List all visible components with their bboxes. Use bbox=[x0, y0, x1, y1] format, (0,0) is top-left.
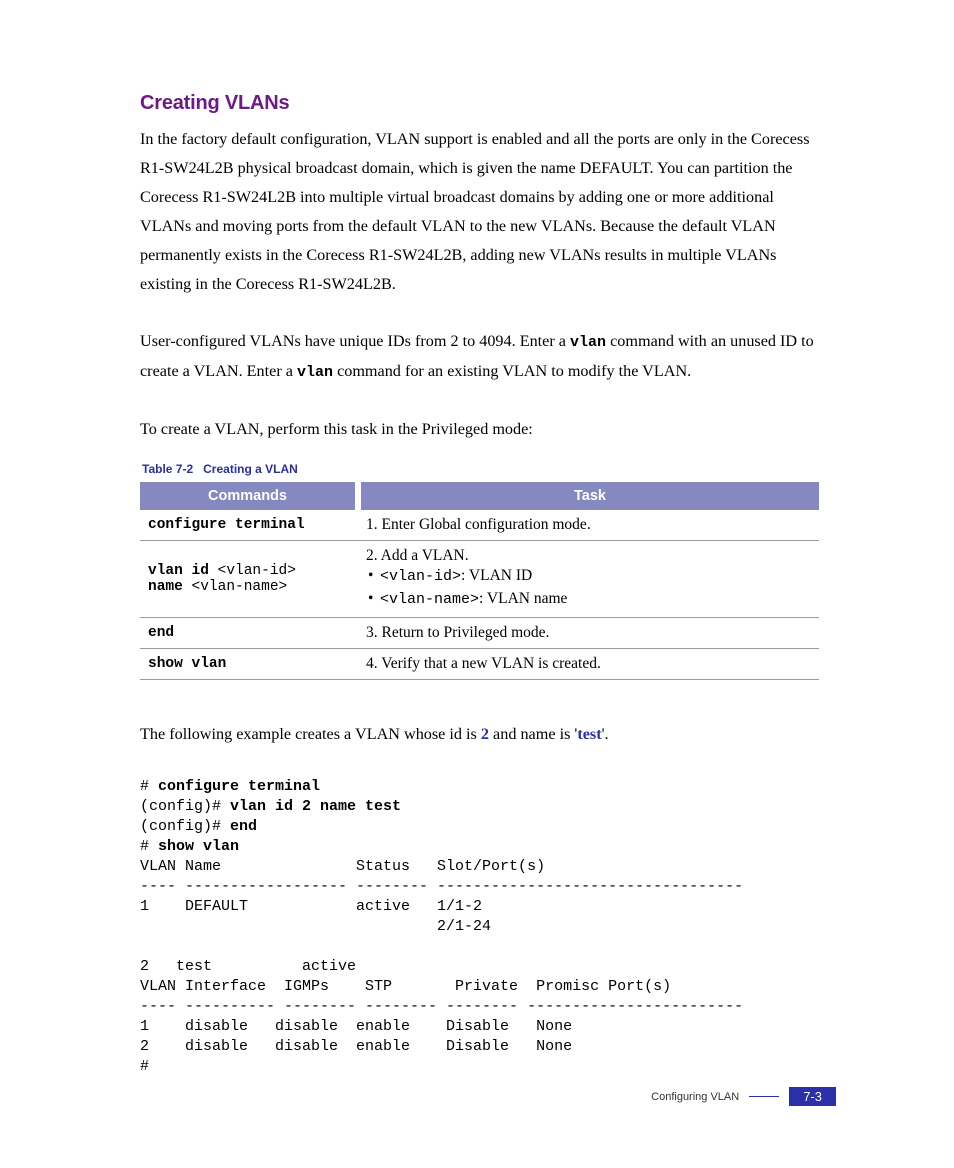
text: command for an existing VLAN to modify t… bbox=[333, 362, 691, 380]
code-vlan: vlan bbox=[570, 334, 606, 351]
bullet: <vlan-name>: VLAN name bbox=[380, 588, 809, 611]
bullet-mono: <vlan-name> bbox=[380, 591, 479, 608]
cmd-param: <vlan-name> bbox=[183, 579, 287, 595]
bullet-mono: <vlan-id> bbox=[380, 568, 461, 585]
paragraph-task: To create a VLAN, perform this task in t… bbox=[140, 415, 819, 444]
example-name: test bbox=[577, 725, 601, 743]
task-cell: 3. Return to Privileged mode. bbox=[358, 618, 819, 649]
col-commands: Commands bbox=[140, 482, 358, 510]
footer-section: Configuring VLAN bbox=[651, 1091, 739, 1103]
example-id: 2 bbox=[481, 725, 489, 743]
cmd-cell: configure terminal bbox=[140, 510, 358, 541]
example-intro: The following example creates a VLAN who… bbox=[140, 720, 819, 749]
task-cell: 2. Add a VLAN. <vlan-id>: VLAN ID <vlan-… bbox=[358, 541, 819, 618]
task-cell: 4. Verify that a new VLAN is created. bbox=[358, 649, 819, 680]
cmd-bold: configure terminal bbox=[148, 517, 305, 533]
table-caption: Table 7-2 Creating a VLAN bbox=[142, 462, 819, 476]
bullet-text: : VLAN ID bbox=[461, 567, 532, 584]
table-row: end 3. Return to Privileged mode. bbox=[140, 618, 819, 649]
cmd-bold: show vlan bbox=[148, 656, 226, 672]
text: '. bbox=[602, 725, 609, 743]
table-row: configure terminal 1. Enter Global confi… bbox=[140, 510, 819, 541]
cmd-bold: name bbox=[148, 579, 183, 595]
commands-table: Commands Task configure terminal 1. Ente… bbox=[140, 482, 819, 680]
table-title: Creating a VLAN bbox=[203, 462, 298, 476]
text: The following example creates a VLAN who… bbox=[140, 725, 481, 743]
text: and name is ' bbox=[489, 725, 577, 743]
footer-page-number: 7-3 bbox=[789, 1087, 836, 1106]
task-lead: 2. Add a VLAN. bbox=[366, 547, 469, 564]
section-heading: Creating VLANs bbox=[140, 92, 819, 115]
code-vlan: vlan bbox=[297, 364, 333, 381]
table-row: vlan id <vlan-id> name <vlan-name> 2. Ad… bbox=[140, 541, 819, 618]
bullet-text: : VLAN name bbox=[479, 590, 567, 607]
table-row: show vlan 4. Verify that a new VLAN is c… bbox=[140, 649, 819, 680]
paragraph-intro: In the factory default configuration, VL… bbox=[140, 125, 819, 299]
cmd-param: <vlan-id> bbox=[209, 563, 296, 579]
task-cell: 1. Enter Global configuration mode. bbox=[358, 510, 819, 541]
cmd-cell: vlan id <vlan-id> name <vlan-name> bbox=[140, 541, 358, 618]
cmd-bold: vlan id bbox=[148, 563, 209, 579]
cmd-cell: show vlan bbox=[140, 649, 358, 680]
page-footer: Configuring VLAN 7-3 bbox=[651, 1087, 836, 1106]
terminal-output: # configure terminal(config)# vlan id 2 … bbox=[140, 777, 819, 1077]
cmd-cell: end bbox=[140, 618, 358, 649]
table-number: Table 7-2 bbox=[142, 462, 193, 476]
text: User-configured VLANs have unique IDs fr… bbox=[140, 332, 570, 350]
paragraph-ids: User-configured VLANs have unique IDs fr… bbox=[140, 327, 819, 387]
cmd-bold: end bbox=[148, 625, 174, 641]
bullet: <vlan-id>: VLAN ID bbox=[380, 565, 809, 588]
col-task: Task bbox=[358, 482, 819, 510]
footer-rule bbox=[749, 1096, 779, 1097]
